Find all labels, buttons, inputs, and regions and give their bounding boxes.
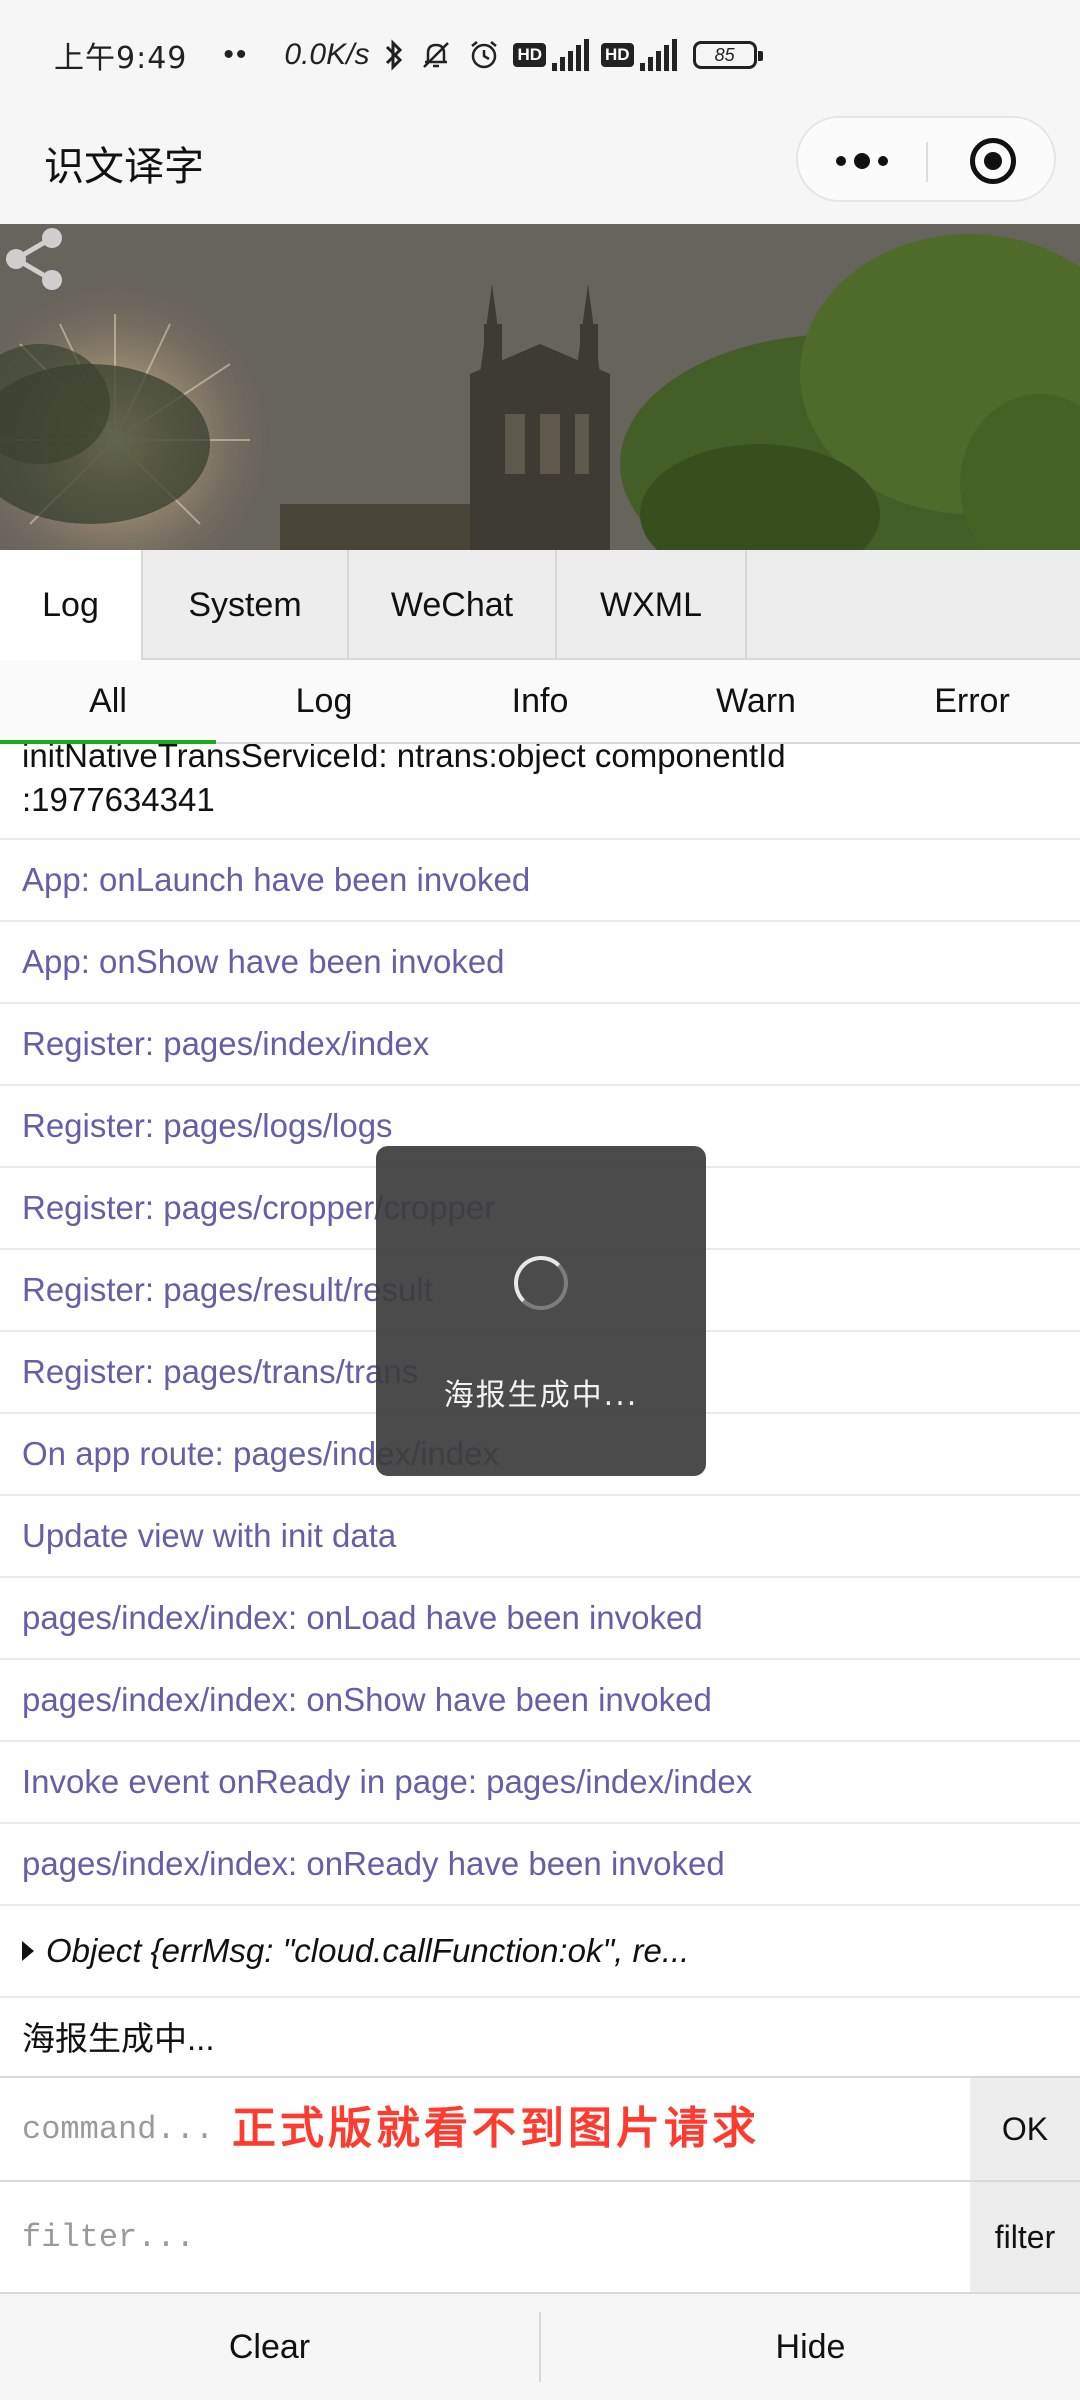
loading-spinner-icon [514, 1256, 568, 1310]
signal-icon-1 [552, 39, 590, 71]
toast-text: 海报生成中... [443, 1378, 639, 1413]
log-item: App: onLaunch have been invoked [0, 840, 1080, 922]
page-title: 识文译字 [44, 144, 204, 190]
close-mini-program-icon[interactable] [970, 138, 1016, 184]
network-speed: 0.0K/s [284, 38, 370, 71]
tab-wechat[interactable]: WeChat [349, 550, 557, 660]
clear-button[interactable]: Clear [0, 2294, 539, 2400]
log-item: pages/index/index: onReady have been inv… [0, 1824, 1080, 1906]
console-bottom-bar: Clear Hide [0, 2294, 1080, 2400]
mute-bell-icon [419, 38, 453, 72]
more-icon[interactable] [798, 118, 926, 204]
subtab-error[interactable]: Error [864, 660, 1080, 742]
battery-icon: 85 [692, 41, 763, 69]
filter-input[interactable] [0, 2182, 970, 2292]
log-item-object[interactable]: Object {errMsg: "cloud.callFunction:ok",… [0, 1906, 1080, 1998]
capsule-divider [926, 142, 928, 182]
subtab-log[interactable]: Log [216, 660, 432, 742]
capsule-menu [796, 116, 1056, 202]
filter-row: filter [0, 2182, 1080, 2294]
log-item: Update view with init data [0, 1496, 1080, 1578]
loading-toast: 海报生成中... [376, 1146, 706, 1476]
ok-button[interactable]: OK [970, 2078, 1080, 2180]
command-row: 正式版就看不到图片请求 OK [0, 2076, 1080, 2182]
alarm-icon [467, 38, 501, 72]
subtab-info[interactable]: Info [432, 660, 648, 742]
banner-image [0, 224, 1080, 550]
bluetooth-icon [383, 38, 405, 72]
log-item: Invoke event onReady in page: pages/inde… [0, 1742, 1080, 1824]
tab-log[interactable]: Log [0, 550, 143, 660]
mini-program-nav-bar: 识文译字 [0, 110, 1080, 224]
log-item: App: onShow have been invoked [0, 922, 1080, 1004]
status-bar: 上午9:49 •• 0.0K/s HD HD 85 [0, 0, 1080, 110]
subtab-warn[interactable]: Warn [648, 660, 864, 742]
hd-badge-2: HD [601, 43, 634, 67]
command-input[interactable] [0, 2078, 970, 2180]
log-level-tabs: All Log Info Warn Error [0, 660, 1080, 744]
expand-triangle-icon[interactable] [22, 1941, 34, 1961]
status-time: 上午9:49 [54, 41, 188, 76]
log-text: :1977634341 [22, 781, 215, 818]
log-item: pages/index/index: onLoad have been invo… [0, 1578, 1080, 1660]
status-dots: •• [223, 38, 249, 71]
subtab-all[interactable]: All [0, 660, 216, 744]
log-text: initNativeTransServiceId: ntrans:object … [22, 744, 786, 774]
tab-wxml[interactable]: WXML [557, 550, 747, 660]
signal-icon-2 [639, 39, 677, 71]
log-item: pages/index/index: onShow have been invo… [0, 1660, 1080, 1742]
tab-system[interactable]: System [143, 550, 349, 660]
log-item: Register: pages/index/index [0, 1004, 1080, 1086]
share-icon[interactable] [0, 224, 70, 294]
log-item: 海报生成中... [0, 1998, 1080, 2076]
filter-button[interactable]: filter [970, 2182, 1080, 2292]
hide-button[interactable]: Hide [541, 2294, 1080, 2400]
console-tabs: Log System WeChat WXML [0, 550, 1080, 660]
log-text: Object {errMsg: "cloud.callFunction:ok",… [46, 1932, 690, 1969]
log-item: initNativeTransServiceId: ntrans:object … [0, 744, 1080, 840]
hd-badge-1: HD [513, 43, 547, 67]
